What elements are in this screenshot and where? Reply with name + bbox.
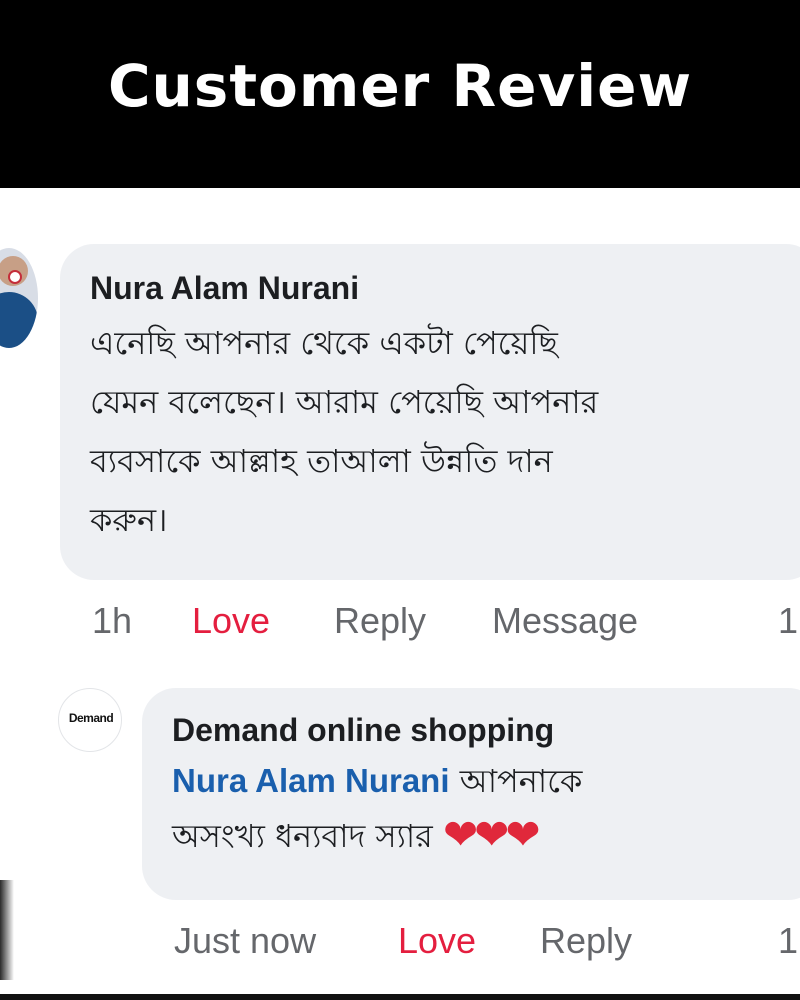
comment-line: যেমন বলেছেন। আরাম পেয়েছি আপনার	[90, 383, 599, 421]
mention-link[interactable]: Nura Alam Nurani	[172, 762, 450, 799]
reply-timestamp: Just now	[174, 920, 317, 961]
reaction-count[interactable]: 1	[778, 920, 798, 962]
avatar-body	[0, 292, 38, 348]
comment-text: এনেছি আপনার থেকে একটা পেয়েছি যেমন বলেছে…	[90, 314, 790, 550]
reply-actions: Just now Love Reply 1	[0, 920, 800, 964]
reply-line-2: অসংখ্য ধন্যবাদ স্যার ❤❤❤	[172, 808, 792, 863]
comment-actions: 1h Love Reply Message 1	[0, 600, 800, 644]
message-button[interactable]: Message	[492, 600, 638, 642]
reply-button[interactable]: Reply	[540, 920, 632, 962]
comment-line: ব্যবসাকে আল্লাহ তাআলা উন্নতি দান	[90, 442, 553, 480]
logo-text: Demand	[68, 711, 114, 725]
reply-line-1: Nura Alam Nurani আপনাকে	[172, 754, 792, 808]
avatar-badge-icon	[8, 270, 22, 284]
edge-shadow	[0, 880, 14, 980]
reply-bubble: Demand online shopping Nura Alam Nurani …	[142, 688, 800, 900]
bottom-border	[0, 994, 800, 1000]
page-logo-avatar[interactable]: Demand	[58, 688, 122, 752]
reply-line-2-text: অসংখ্য ধন্যবাদ স্যার	[172, 817, 443, 855]
heart-emoji-icon: ❤❤❤	[442, 810, 541, 859]
page-title: Customer Review	[107, 52, 693, 120]
reply-author-name[interactable]: Demand online shopping	[172, 710, 792, 750]
comment-line: করুন।	[90, 501, 168, 539]
comment-author-name[interactable]: Nura Alam Nurani	[90, 268, 790, 308]
header-banner: Customer Review	[0, 0, 800, 188]
reply-button[interactable]: Reply	[334, 600, 426, 642]
comment-line: এনেছি আপনার থেকে একটা পেয়েছি	[90, 324, 558, 362]
comment-timestamp: 1h	[92, 600, 133, 641]
reaction-count[interactable]: 1	[778, 600, 798, 642]
comment-bubble: Nura Alam Nurani এনেছি আপনার থেকে একটা প…	[60, 244, 800, 580]
reply-text: Nura Alam Nurani আপনাকে অসংখ্য ধন্যবাদ স…	[172, 754, 792, 863]
love-button[interactable]: Love	[192, 600, 270, 642]
reply-line-1-rest: আপনাকে	[449, 762, 583, 800]
love-button[interactable]: Love	[398, 920, 476, 962]
commenter-avatar[interactable]	[0, 248, 38, 348]
